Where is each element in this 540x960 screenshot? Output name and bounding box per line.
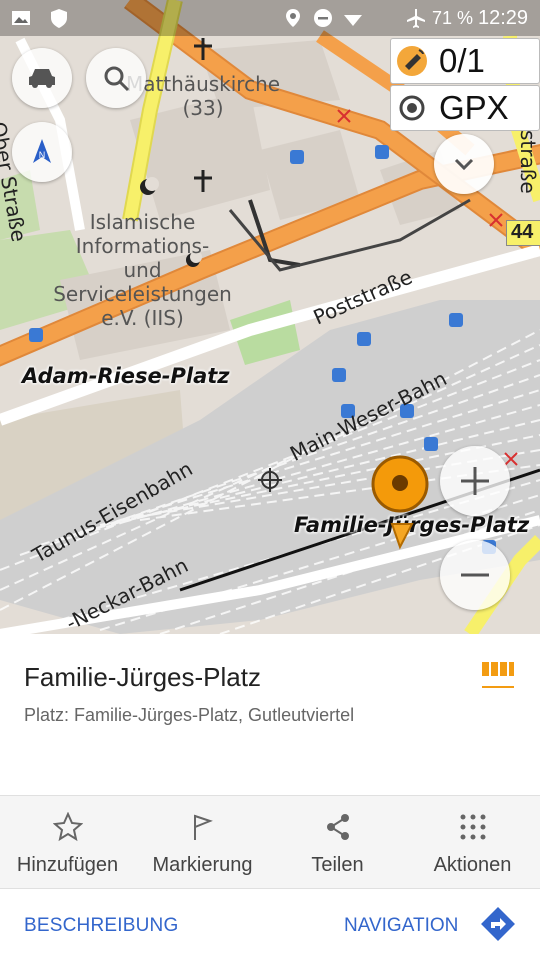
marker-label: Markierung [152, 854, 253, 876]
marker-button[interactable]: Markierung [135, 796, 270, 888]
add-favorite-label: Hinzufügen [16, 854, 119, 876]
share-label: Teilen [311, 854, 364, 876]
description-button[interactable]: BESCHREIBUNG [24, 915, 178, 937]
plus-icon [461, 467, 489, 495]
actions-button[interactable]: Aktionen [405, 796, 540, 888]
map-view[interactable]: Matthäuskirche (33) Islamische Informati… [0, 0, 540, 634]
search-icon [104, 66, 130, 92]
grid-dots-icon [460, 814, 485, 840]
directions-icon[interactable] [478, 904, 518, 944]
add-favorite-button[interactable]: Hinzufügen [0, 796, 135, 888]
label-islamic-line-1: Islamische [89, 210, 196, 234]
action-bar: Hinzufügen Markierung Teilen Aktionen [0, 795, 540, 889]
car-icon [29, 69, 55, 88]
label-islamic-center: Islamische Informations- und Serviceleis… [40, 210, 245, 330]
gpx-widget[interactable]: GPX [390, 85, 540, 131]
actions-label: Aktionen [433, 854, 512, 876]
location-pin-icon[interactable] [370, 452, 430, 552]
search-button[interactable] [86, 48, 146, 108]
star-icon [52, 812, 83, 842]
counter-text: 0/1 [439, 42, 485, 79]
share-icon [326, 814, 349, 840]
route-number-badge: 44 [506, 220, 540, 246]
do-not-disturb-icon [314, 9, 332, 27]
status-bar: 71 % 12:29 [0, 0, 540, 36]
zoom-in-button[interactable] [440, 446, 510, 516]
airplane-icon [407, 9, 425, 28]
compass-icon: N [33, 139, 51, 163]
label-strasse-right: straße [516, 130, 540, 194]
expand-widgets-button[interactable] [434, 134, 494, 194]
minus-icon [461, 573, 489, 577]
place-subtitle: Platz: Familie-Jürges-Platz, Gutleutvier… [24, 705, 355, 725]
wifi-icon [344, 15, 362, 26]
place-title: Familie-Jürges-Platz [24, 662, 261, 692]
chevron-down-icon [454, 158, 474, 171]
satellite-icon [397, 46, 427, 76]
label-church-number: (33) [182, 96, 224, 120]
navigation-button[interactable]: NAVIGATION [344, 915, 458, 937]
osmand-logo-icon [482, 662, 514, 688]
compass-button[interactable]: N [12, 122, 72, 182]
flag-icon [193, 814, 213, 840]
svg-text:N: N [39, 150, 46, 160]
bottom-buttons: BESCHREIBUNG NAVIGATION [0, 888, 540, 960]
label-adam-riese-platz: Adam-Riese-Platz [22, 364, 230, 388]
counter-widget[interactable]: 0/1 [390, 38, 540, 84]
location-icon [286, 9, 300, 27]
label-islamic-line-5: e.V. (IIS) [101, 306, 184, 330]
shield-icon [51, 9, 67, 28]
label-islamic-line-2: Informations- [75, 234, 210, 258]
label-islamic-line-3: und [123, 258, 162, 282]
zoom-out-button[interactable] [440, 540, 510, 610]
clock: 12:29 [478, 7, 529, 29]
share-button[interactable]: Teilen [270, 796, 405, 888]
battery-percent: 71 % [432, 8, 474, 28]
record-icon [399, 95, 425, 121]
gpx-text: GPX [439, 89, 509, 126]
car-profile-button[interactable] [12, 48, 72, 108]
label-islamic-line-4: Serviceleistungen [53, 282, 232, 306]
image-icon [12, 11, 30, 25]
